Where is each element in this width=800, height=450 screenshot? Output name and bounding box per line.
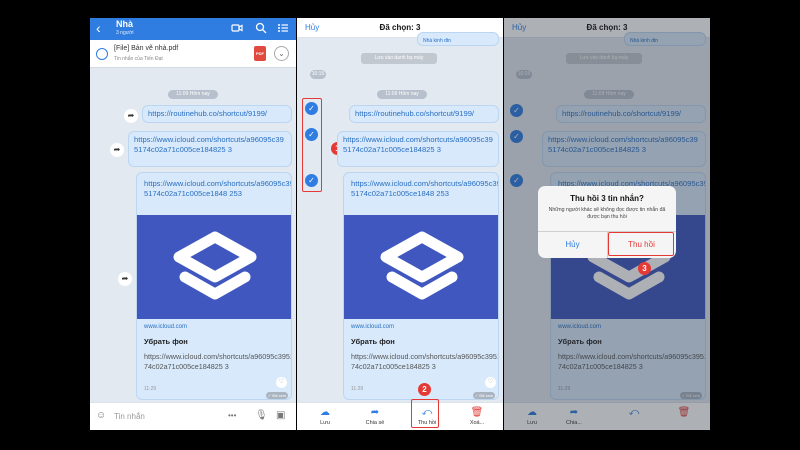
card-domain: www.icloud.com bbox=[351, 324, 395, 330]
annotation-number-3: 3 bbox=[638, 262, 651, 275]
emoji-icon[interactable]: ☺ bbox=[96, 411, 106, 421]
mic-icon[interactable]: 🎙 bbox=[255, 411, 268, 421]
action-label: Chia sẻ bbox=[365, 420, 385, 426]
action-label: Lưu bbox=[320, 420, 330, 426]
seen-badge: ✓ Đã xem bbox=[266, 392, 288, 399]
card-url: https://www.icloud.com/shortcuts/a96095c… bbox=[144, 352, 292, 371]
annotation-box-1 bbox=[302, 98, 322, 192]
annotation-box-3 bbox=[608, 232, 674, 256]
delete-button[interactable]: 🗑 Xoá... bbox=[452, 403, 502, 430]
panel-chat-normal: ‹ Nhà 3 người [File] Bản vẽ nhà.pdf Tin … bbox=[90, 18, 296, 430]
cloud-icon: ☁ bbox=[320, 407, 330, 418]
share-button[interactable]: ➦ Chia sẻ bbox=[350, 403, 400, 430]
shortcuts-logo-icon bbox=[173, 231, 257, 300]
selection-action-bar: ☁ Lưu ➦ Chia sẻ ⤺ Thu hồi 🗑 Xoá... bbox=[297, 402, 503, 430]
shortcuts-image bbox=[137, 215, 291, 319]
card-title: Убрать фон bbox=[144, 337, 188, 346]
shortcuts-logo-icon bbox=[380, 231, 464, 300]
annotation-box-2 bbox=[411, 399, 439, 428]
action-label: Xoá... bbox=[469, 420, 485, 426]
message-time: 11:29 bbox=[144, 386, 157, 392]
pinned-file-name: [File] Bản vẽ nhà.pdf bbox=[114, 45, 179, 52]
panel-select-messages: Hủy Đã chọn: 3 Nhà kinh dtn Lưu vào danh… bbox=[297, 18, 503, 430]
tutorial-composite: ‹ Nhà 3 người [File] Bản vẽ nhà.pdf Tin … bbox=[0, 0, 800, 450]
chat-title: Nhà bbox=[116, 19, 134, 29]
message-link-2[interactable]: https://www.icloud.com/shortcuts/a96095c… bbox=[128, 131, 292, 167]
message-time: 11:29 bbox=[351, 386, 364, 392]
heart-icon[interactable]: ♡ bbox=[276, 377, 287, 388]
selection-title: Đã chọn: 3 bbox=[379, 23, 421, 32]
video-call-icon[interactable] bbox=[231, 22, 243, 34]
pinned-message[interactable]: [File] Bản vẽ nhà.pdf Tin nhắn của Tiến … bbox=[90, 40, 296, 68]
message-link-2[interactable]: https://www.icloud.com/shortcuts/a96095c… bbox=[337, 131, 499, 167]
heart-icon[interactable]: ♡ bbox=[485, 377, 496, 388]
card-link[interactable]: https://www.icloud.com/shortcuts/a96095c… bbox=[351, 179, 498, 199]
save-contact-button[interactable]: Lưu vào danh bạ máy bbox=[361, 53, 437, 64]
search-icon[interactable] bbox=[255, 22, 267, 34]
dialog-description: Những người khác sẽ không đọc được tin n… bbox=[548, 207, 666, 220]
time-pill: 10:15 bbox=[310, 70, 326, 79]
link-preview-card[interactable]: https://www.icloud.com/shortcuts/a96095c… bbox=[343, 172, 499, 400]
dialog-title: Thu hồi 3 tin nhắn? bbox=[570, 194, 644, 203]
card-title: Убрать фон bbox=[351, 337, 395, 346]
seen-badge: ✓ Đã xem bbox=[473, 392, 495, 399]
message-bubble-icon bbox=[96, 48, 108, 60]
chat-header: ‹ Nhà 3 người bbox=[90, 18, 296, 40]
panel-recall-confirm: Hủy Đã chọn: 3 Nhà kinh dtn Lưu vào danh… bbox=[504, 18, 710, 430]
forward-icon[interactable]: ➦ bbox=[110, 143, 124, 157]
pdf-file-icon: PDF bbox=[254, 46, 266, 61]
forward-icon[interactable]: ➦ bbox=[118, 272, 132, 286]
list-menu-icon[interactable] bbox=[277, 22, 289, 34]
link-preview-card[interactable]: https://www.icloud.com/shortcuts/a96095c… bbox=[136, 172, 292, 400]
previous-message: Nhà kinh dtn bbox=[417, 32, 499, 46]
annotation-number-2: 2 bbox=[418, 383, 431, 396]
trash-icon: 🗑 bbox=[470, 407, 484, 418]
more-icon[interactable]: ••• bbox=[228, 411, 236, 421]
time-pill: 11:09 Hôm nay bbox=[168, 90, 218, 99]
message-link-1[interactable]: https://routinehub.co/shortcut/9199/ bbox=[142, 105, 292, 123]
shortcuts-image bbox=[344, 215, 498, 319]
card-domain: www.icloud.com bbox=[144, 324, 188, 330]
share-icon: ➦ bbox=[370, 407, 380, 418]
card-link[interactable]: https://www.icloud.com/shortcuts/a96095c… bbox=[144, 179, 291, 199]
dialog-cancel-button[interactable]: Hủy bbox=[538, 231, 607, 258]
chevron-left-icon[interactable]: ‹ bbox=[96, 21, 101, 35]
chat-member-count: 3 người bbox=[116, 30, 134, 36]
forward-icon[interactable]: ➦ bbox=[124, 109, 138, 123]
image-icon[interactable]: ▣ bbox=[276, 411, 285, 421]
chevron-down-icon[interactable]: ⌄ bbox=[274, 46, 289, 61]
save-button[interactable]: ☁ Lưu bbox=[300, 403, 350, 430]
card-url: https://www.icloud.com/shortcuts/a96095c… bbox=[351, 352, 499, 371]
pinned-sender: Tin nhắn của Tiến Đạt bbox=[114, 56, 163, 62]
compose-bar: ☺ Tin nhắn ••• 🎙 ▣ bbox=[90, 402, 296, 430]
message-link-1[interactable]: https://routinehub.co/shortcut/9199/ bbox=[349, 105, 499, 123]
time-pill: 11:09 Hôm nay bbox=[377, 90, 427, 99]
message-input[interactable]: Tin nhắn bbox=[114, 412, 145, 421]
